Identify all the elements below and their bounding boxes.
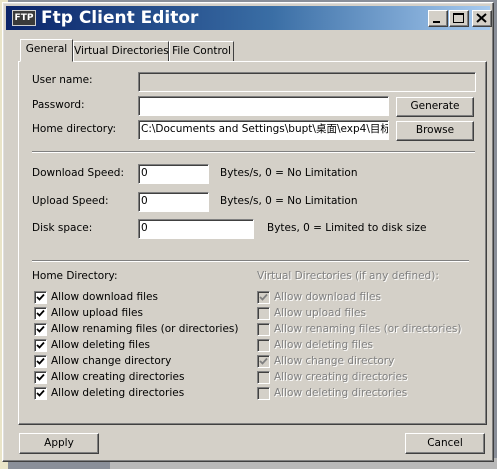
checkbox [257,291,270,304]
checkbox-label[interactable]: Allow deleting directories [51,387,184,400]
home-directory-field[interactable]: C:\Documents and Settings\bupt\桌面\exp4\目… [138,120,389,140]
checkbox [257,371,270,384]
checkbox-label[interactable]: Allow deleting files [51,339,150,352]
download-speed-hint: Bytes/s, 0 = No Limitation [220,167,358,179]
checkbox-label: Allow upload files [274,307,366,319]
ftp-app-icon: FTP [12,10,36,26]
disk-space-hint: Bytes, 0 = Limited to disk size [267,222,427,234]
tab-virtual-directories[interactable]: Virtual Directories [73,41,169,61]
checkmark-icon [36,341,45,349]
minimize-icon [433,21,440,23]
checkmark-icon [36,293,45,301]
home-permissions-heading: Home Directory: [32,270,118,282]
disk-space-field[interactable]: 0 [138,219,254,239]
title-bar[interactable]: FTP Ftp Client Editor [6,6,492,30]
checkbox-label[interactable]: Allow upload files [51,307,143,320]
checkbox-label: Allow creating directories [274,371,408,383]
tab-file-control[interactable]: File Control [169,41,234,61]
apply-button[interactable]: Apply [19,433,99,454]
password-field[interactable] [138,96,389,116]
checkbox [257,339,270,352]
download-speed-field[interactable]: 0 [138,164,209,184]
checkbox [257,355,270,368]
checkbox[interactable] [34,371,47,384]
password-label: Password: [32,99,85,111]
window-title: Ftp Client Editor [41,8,199,28]
checkbox[interactable] [34,387,47,400]
checkbox[interactable] [34,291,47,304]
checkmark-icon [36,373,45,381]
upload-speed-field[interactable]: 0 [138,192,209,212]
maximize-button[interactable] [449,10,469,27]
disk-space-label: Disk space: [32,222,93,234]
checkbox-label: Allow deleting files [274,339,374,351]
browse-button[interactable]: Browse [396,121,474,141]
checkbox-label: Allow download files [274,291,381,303]
checkbox [257,307,270,320]
checkmark-icon [259,293,268,301]
generate-button[interactable]: Generate [396,97,474,117]
checkbox [257,323,270,336]
checkbox-label[interactable]: Allow download files [51,291,158,304]
checkmark-icon [36,357,45,365]
cancel-button[interactable]: Cancel [405,433,485,454]
general-tab-panel: User name: Password: Generate Home direc… [18,61,487,425]
username-label: User name: [32,74,93,86]
checkbox-label[interactable]: Allow change directory [51,355,171,368]
checkbox[interactable] [34,307,47,320]
checkmark-icon [36,325,45,333]
home-directory-label: Home directory: [32,123,117,135]
checkbox-label: Allow renaming files (or directories) [274,323,462,335]
ftp-client-editor-dialog: FTP Ftp Client Editor General Virtual Di… [2,2,494,462]
separator [32,151,475,153]
checkbox[interactable] [34,355,47,368]
checkbox-label[interactable]: Allow renaming files (or directories) [51,323,238,336]
download-speed-label: Download Speed: [32,167,124,179]
checkmark-icon [36,389,45,397]
minimize-button[interactable] [428,10,448,27]
close-button[interactable] [472,10,492,27]
maximize-icon [453,13,464,23]
upload-speed-label: Upload Speed: [32,195,109,207]
checkbox[interactable] [34,323,47,336]
checkbox-label: Allow deleting directories [274,387,408,399]
upload-speed-hint: Bytes/s, 0 = No Limitation [220,195,358,207]
close-icon [476,13,487,23]
separator [32,260,469,262]
username-field[interactable] [138,72,476,92]
tab-general[interactable]: General [20,39,73,62]
checkbox-label[interactable]: Allow creating directories [51,371,184,384]
checkmark-icon [36,309,45,317]
checkbox [257,387,270,400]
checkmark-icon [259,357,268,365]
virtual-permissions-heading: Virtual Directories (if any defined): [257,270,439,282]
checkbox-label: Allow change directory [274,355,395,367]
checkbox[interactable] [34,339,47,352]
